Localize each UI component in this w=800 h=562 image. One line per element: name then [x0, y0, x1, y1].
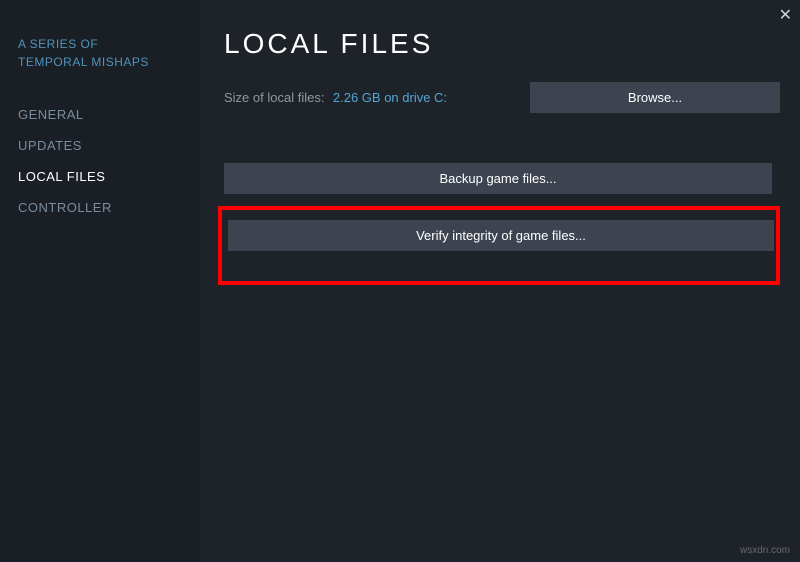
sidebar-item-updates[interactable]: UPDATES	[18, 130, 200, 161]
watermark: wsxdn.com	[740, 545, 790, 556]
verify-integrity-button[interactable]: Verify integrity of game files...	[228, 220, 774, 251]
size-label: Size of local files:	[224, 90, 324, 105]
sidebar-item-general[interactable]: GENERAL	[18, 99, 200, 130]
sidebar-item-local-files[interactable]: LOCAL FILES	[18, 161, 200, 192]
close-icon[interactable]: ✕	[779, 5, 792, 25]
sidebar-item-controller[interactable]: CONTROLLER	[18, 192, 200, 223]
highlight-annotation: Verify integrity of game files...	[218, 206, 780, 285]
browse-button[interactable]: Browse...	[530, 82, 780, 113]
size-value-link[interactable]: 2.26 GB on drive C:	[333, 90, 447, 105]
info-row: Size of local files: 2.26 GB on drive C:…	[224, 82, 780, 113]
game-title: A SERIES OF TEMPORAL MISHAPS	[18, 35, 200, 71]
backup-button[interactable]: Backup game files...	[224, 163, 772, 194]
sidebar: A SERIES OF TEMPORAL MISHAPS GENERAL UPD…	[0, 0, 200, 562]
main-content: LOCAL FILES Size of local files: 2.26 GB…	[224, 20, 780, 285]
page-title: LOCAL FILES	[224, 28, 780, 60]
